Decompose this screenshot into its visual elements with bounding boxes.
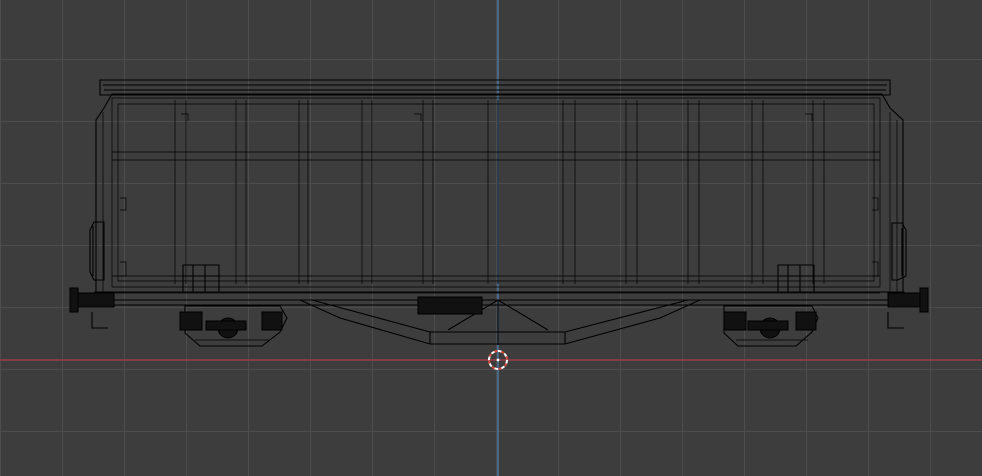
viewport-scene[interactable] bbox=[0, 0, 982, 476]
wagon-left-brake-box bbox=[182, 264, 220, 293]
wagon-left-handrail bbox=[89, 221, 105, 281]
wagon-right-buffer bbox=[887, 287, 929, 329]
wagon-mesh[interactable] bbox=[69, 79, 929, 347]
wagon-stanchions bbox=[174, 100, 825, 284]
wagon-body-outline bbox=[95, 93, 904, 301]
wagon-truss bbox=[299, 299, 701, 345]
wagon-right-brake-box bbox=[777, 264, 815, 293]
wagon-center-box bbox=[417, 296, 483, 315]
wagon-left-bogie bbox=[179, 305, 288, 347]
wagon-roof bbox=[99, 79, 891, 96]
wagon-inner-frame bbox=[111, 97, 881, 288]
wagon-right-handrail bbox=[891, 222, 907, 281]
wagon-end-posts bbox=[95, 112, 898, 300]
wagon-horizontal-rails bbox=[112, 151, 880, 294]
wagon-right-bogie bbox=[723, 305, 819, 347]
3d-viewport[interactable] bbox=[0, 0, 982, 476]
wagon-underframe bbox=[94, 291, 905, 306]
wagon-roof-brackets bbox=[120, 113, 879, 277]
wagon-left-buffer bbox=[69, 287, 115, 329]
